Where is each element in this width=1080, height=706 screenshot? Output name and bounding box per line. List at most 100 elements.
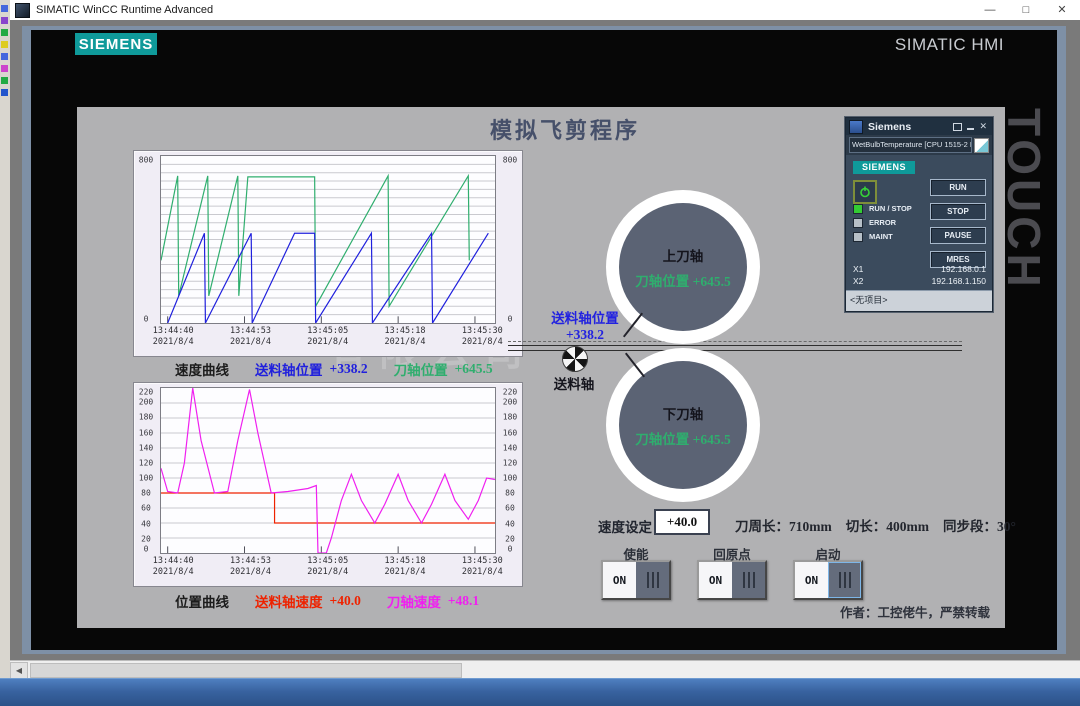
x-axis-label: 13:45:302021/8/4 <box>462 326 503 347</box>
plcsim-title: Siemens <box>868 121 911 133</box>
y-axis-left: 8000 <box>134 155 158 324</box>
toggle-label: 启动 <box>793 544 863 559</box>
series-label: 刀轴位置 <box>394 359 448 379</box>
y-axis-label: 40 <box>498 519 522 528</box>
tick-date: 2021/8/4 <box>230 337 271 348</box>
plot-area <box>160 155 496 324</box>
series-label: 送料轴速度 <box>255 591 323 611</box>
background-app-icon <box>1 5 8 12</box>
series-刀轴速度 <box>161 388 495 553</box>
tick-date: 2021/8/4 <box>385 337 426 348</box>
y-axis-label: 140 <box>498 443 522 452</box>
background-app-icon <box>1 65 8 72</box>
y-axis-label: 0 <box>498 544 522 553</box>
background-app-icon <box>1 53 8 60</box>
scroll-left-icon[interactable]: ◀ <box>10 662 28 679</box>
horizontal-scrollbar[interactable]: ◀ <box>10 660 1080 679</box>
plcsim-float-icon[interactable] <box>953 123 962 131</box>
tick-time: 13:44:53 <box>230 556 271 567</box>
series-label: 送料轴位置 <box>255 359 323 379</box>
y-axis-label: 200 <box>498 398 522 407</box>
tick-date: 2021/8/4 <box>230 567 271 578</box>
toggle-switch[interactable]: ON <box>601 560 671 600</box>
grip-bar <box>647 572 649 588</box>
minimize-button[interactable]: — <box>972 0 1008 20</box>
y-axis-label: 800 <box>134 156 158 165</box>
plcsim-icon <box>849 120 863 134</box>
toggle-label: 回原点 <box>697 544 767 559</box>
runtime-frame: SIEMENS SIMATIC HMI TOUCH 模拟飞剪程序 有限公司 80… <box>22 26 1066 654</box>
interface-name: X2 <box>853 276 863 288</box>
speed-set-input[interactable] <box>654 509 710 535</box>
y-axis-label: 80 <box>498 489 522 498</box>
y-axis-label: 100 <box>134 474 158 483</box>
plcsim-close-icon[interactable]: ✕ <box>979 121 987 132</box>
x-axis-label: 13:45:182021/8/4 <box>385 556 426 577</box>
tick-time: 13:45:05 <box>307 326 348 337</box>
x-axis-label: 13:45:302021/8/4 <box>462 556 503 577</box>
close-button[interactable]: ✕ <box>1044 0 1080 20</box>
window-frame: SIEMENS SIMATIC HMI TOUCH 模拟飞剪程序 有限公司 80… <box>10 20 1080 660</box>
plcsim-minimize-icon[interactable] <box>967 123 974 130</box>
y-axis-label: 800 <box>498 156 522 165</box>
toggle-switch[interactable]: ON <box>697 560 767 600</box>
plc-button-run[interactable]: RUN <box>930 179 986 196</box>
series-送料轴位置 <box>168 233 489 323</box>
taskbar[interactable] <box>0 678 1080 706</box>
curve-name: 位置曲线 <box>175 591 229 611</box>
power-button[interactable] <box>853 180 877 204</box>
tick-date: 2021/8/4 <box>462 567 503 578</box>
interface-address: 192.168.0.1 <box>941 264 986 276</box>
plc-button-pause[interactable]: PAUSE <box>930 227 986 244</box>
tick-date: 2021/8/4 <box>153 567 194 578</box>
tick-time: 13:45:18 <box>385 326 426 337</box>
parameter-value: 710mm <box>789 519 832 534</box>
x-axis: 13:44:402021/8/413:44:532021/8/413:45:05… <box>160 326 496 354</box>
grip-bar <box>839 572 841 588</box>
tick-date: 2021/8/4 <box>307 337 348 348</box>
plcsim-device-select[interactable]: WetBulbTemperature [CPU 1515-2 PN <box>849 137 972 153</box>
y-axis-label: 180 <box>134 413 158 422</box>
grip-bar <box>844 572 846 588</box>
y-axis-label: 60 <box>134 504 158 513</box>
y-axis-label: 120 <box>498 458 522 467</box>
grip-bar <box>652 572 654 588</box>
plcsim-display-icon[interactable] <box>974 138 989 153</box>
upper-knife-position: 刀轴位置 +645.5 <box>635 270 730 290</box>
toggle-grip <box>828 562 861 598</box>
plc-led-column: RUN / STOPERRORMAINT <box>853 202 939 244</box>
plc-button-stop[interactable]: STOP <box>930 203 986 220</box>
parameter: 刀周长：710mm <box>735 515 832 535</box>
toggle-回原点: 回原点ON <box>697 544 767 600</box>
maximize-button[interactable]: □ <box>1008 0 1044 20</box>
toggle-switch-row: 使能ON回原点ON启动ON <box>601 544 863 600</box>
led-label: MAINT <box>869 232 893 241</box>
led-indicator <box>853 232 863 242</box>
grip-bar <box>753 572 755 588</box>
plcsim-project-select[interactable]: <无项目> <box>846 290 992 311</box>
simatic-hmi-label: SIMATIC HMI <box>895 35 1004 55</box>
trend-caption-position: 位置曲线 送料轴速度 +40.0 刀轴速度 +48.1 <box>133 591 521 611</box>
parameter: 切长：400mm <box>846 515 929 535</box>
toggle-启动: 启动ON <box>793 544 863 600</box>
parameter-value: 400mm <box>886 519 929 534</box>
scrollbar-thumb[interactable] <box>30 663 462 678</box>
interface-row: X1 192.168.0.1 <box>853 264 986 276</box>
led-indicator <box>853 218 863 228</box>
series-value: +48.1 <box>448 593 479 609</box>
y-axis-label: 140 <box>134 443 158 452</box>
plcsim-titlebar[interactable]: Siemens ✕ <box>846 118 992 135</box>
y-axis-label: 20 <box>134 534 158 543</box>
interface-name: X1 <box>853 264 863 276</box>
toggle-switch[interactable]: ON <box>793 560 863 600</box>
x-axis-label: 13:45:052021/8/4 <box>307 556 348 577</box>
x-axis-label: 13:44:532021/8/4 <box>230 556 271 577</box>
x-axis-label: 13:44:402021/8/4 <box>153 556 194 577</box>
material-guide-line <box>508 341 962 342</box>
x-axis-label: 13:45:052021/8/4 <box>307 326 348 347</box>
parameter-value: 30° <box>997 519 1016 534</box>
series-value: +40.0 <box>330 593 361 609</box>
trend-caption-speed: 速度曲线 送料轴位置 +338.2 刀轴位置 +645.5 <box>133 359 521 379</box>
led-label: ERROR <box>869 218 896 227</box>
series-value: +338.2 <box>330 361 368 377</box>
